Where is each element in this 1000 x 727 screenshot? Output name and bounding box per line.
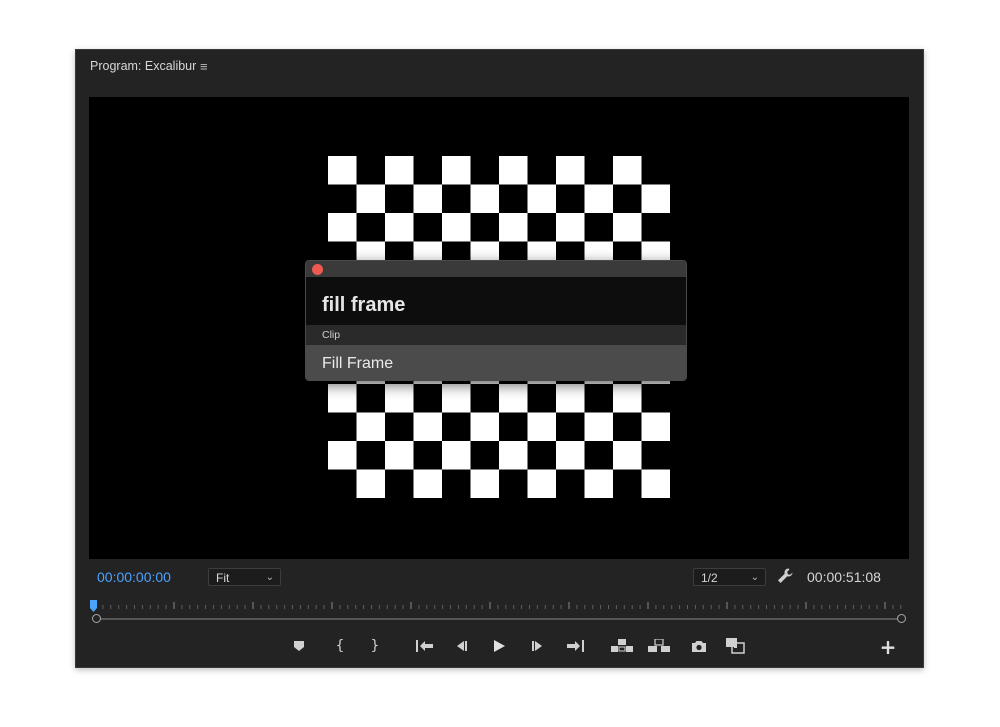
mark-out-icon: } <box>370 638 380 654</box>
extract-button[interactable] <box>647 637 671 655</box>
add-marker-button[interactable] <box>287 637 311 655</box>
button-editor-add-button[interactable]: + <box>876 635 900 659</box>
camera-icon <box>692 640 706 652</box>
zoom-scroll-right-handle[interactable] <box>897 614 906 623</box>
mark-in-button[interactable]: { <box>328 637 352 655</box>
current-timecode[interactable]: 00:00:00:00 <box>97 569 171 585</box>
command-result-item[interactable]: Fill Frame <box>306 345 686 380</box>
command-palette: Clip Fill Frame <box>305 260 687 381</box>
extract-icon <box>648 639 670 652</box>
zoom-scroll-left-handle[interactable] <box>92 614 101 623</box>
step-back-button[interactable] <box>449 637 473 655</box>
playhead-icon[interactable] <box>90 600 97 612</box>
marker-icon <box>294 641 304 651</box>
step-back-icon <box>457 641 467 651</box>
zoom-level-value: Fit <box>216 571 230 585</box>
go-to-out-icon <box>567 640 584 652</box>
duration-timecode: 00:00:51:08 <box>807 569 881 585</box>
chevron-down-icon: ⌄ <box>750 572 759 583</box>
lift-icon <box>611 639 633 652</box>
comparison-view-button[interactable] <box>724 637 748 655</box>
plus-icon: + <box>879 635 897 659</box>
zoom-level-dropdown[interactable]: Fit ⌄ <box>208 568 281 586</box>
playback-resolution-value: 1/2 <box>701 571 718 585</box>
command-section-header: Clip <box>306 325 686 345</box>
step-forward-button[interactable] <box>526 637 550 655</box>
go-to-out-button[interactable] <box>563 637 587 655</box>
panel-title: Program: Excalibur <box>90 59 197 73</box>
comparison-view-icon <box>726 638 745 654</box>
wrench-icon[interactable] <box>776 567 796 587</box>
step-forward-icon <box>532 641 542 651</box>
go-to-in-icon <box>416 640 433 652</box>
command-search-input[interactable] <box>322 294 662 317</box>
go-to-in-button[interactable] <box>413 637 437 655</box>
lift-button[interactable] <box>610 637 634 655</box>
play-button[interactable] <box>487 637 511 655</box>
mark-out-button[interactable]: } <box>363 637 387 655</box>
chevron-down-icon: ⌄ <box>265 572 274 583</box>
play-icon <box>494 640 505 652</box>
mark-in-icon: { <box>335 638 345 654</box>
zoom-scroll-track[interactable] <box>96 618 904 620</box>
command-palette-titlebar <box>306 261 686 277</box>
close-icon[interactable] <box>312 264 323 275</box>
export-frame-button[interactable] <box>687 637 711 655</box>
time-ruler[interactable] <box>89 600 909 614</box>
playback-resolution-dropdown[interactable]: 1/2 ⌄ <box>693 568 766 586</box>
hamburger-icon[interactable]: ≡ <box>200 59 208 74</box>
